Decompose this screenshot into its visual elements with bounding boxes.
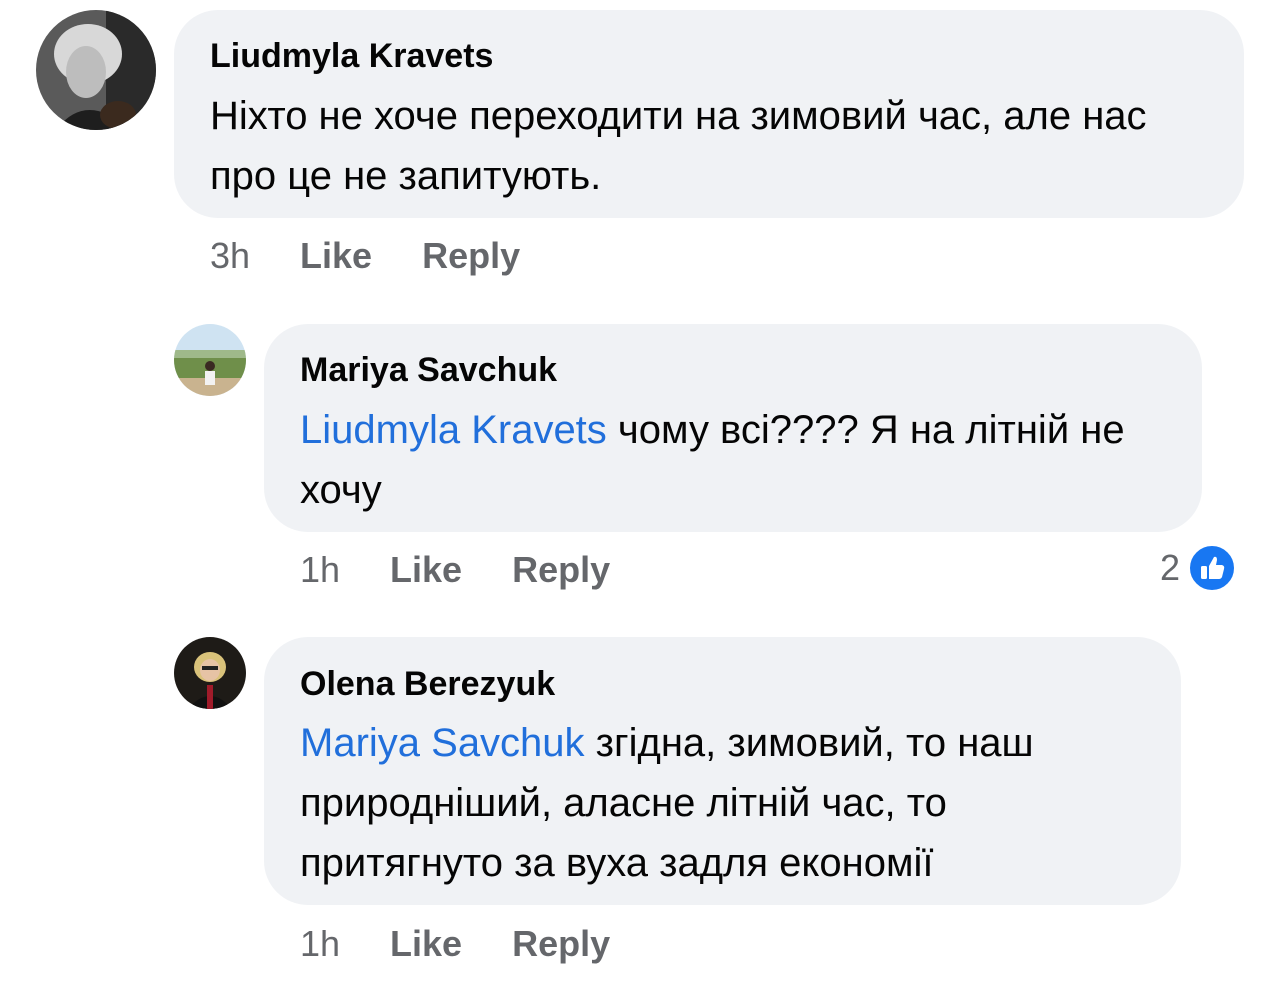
- avatar-olena-berezyuk[interactable]: [174, 637, 246, 709]
- avatar-mariya-savchuk[interactable]: [174, 324, 246, 396]
- comment-text: Liudmyla Kravets чому всі???? Я на літні…: [300, 400, 1180, 520]
- comment-actions: 1h Like Reply: [300, 924, 610, 964]
- comment-actions: 3h Like Reply: [210, 236, 520, 276]
- profile-photo: [174, 637, 246, 709]
- comment-timestamp[interactable]: 1h: [300, 550, 340, 590]
- mention-link[interactable]: Mariya Savchuk: [300, 721, 585, 765]
- comment-timestamp[interactable]: 3h: [210, 236, 250, 276]
- reaction-count: 2: [1160, 547, 1181, 588]
- comment-actions: 1h Like Reply: [300, 550, 610, 590]
- avatar-liudmyla-kravets[interactable]: [36, 10, 156, 130]
- mention-link[interactable]: Liudmyla Kravets: [300, 408, 607, 452]
- like-button[interactable]: Like: [300, 236, 372, 276]
- comment-text: Mariya Savchuk згідна, зимовий, то наш п…: [300, 713, 1160, 893]
- comment-author[interactable]: Olena Berezyuk: [300, 664, 555, 704]
- reply-button[interactable]: Reply: [512, 550, 610, 590]
- comment-timestamp[interactable]: 1h: [300, 924, 340, 964]
- profile-photo: [36, 10, 156, 130]
- reply-button[interactable]: Reply: [422, 236, 520, 276]
- reply-button[interactable]: Reply: [512, 924, 610, 964]
- comment-author[interactable]: Liudmyla Kravets: [210, 36, 493, 76]
- profile-photo: [174, 324, 246, 396]
- comment-author[interactable]: Mariya Savchuk: [300, 350, 557, 390]
- like-button[interactable]: Like: [390, 550, 462, 590]
- thumbs-up-icon: [1188, 544, 1237, 592]
- comment-body: Ніхто не хоче переходити на зимовий час,…: [210, 94, 1147, 198]
- reaction-summary[interactable]: 2: [1160, 544, 1237, 592]
- comment-text: Ніхто не хоче переходити на зимовий час,…: [210, 86, 1220, 206]
- like-button[interactable]: Like: [390, 924, 462, 964]
